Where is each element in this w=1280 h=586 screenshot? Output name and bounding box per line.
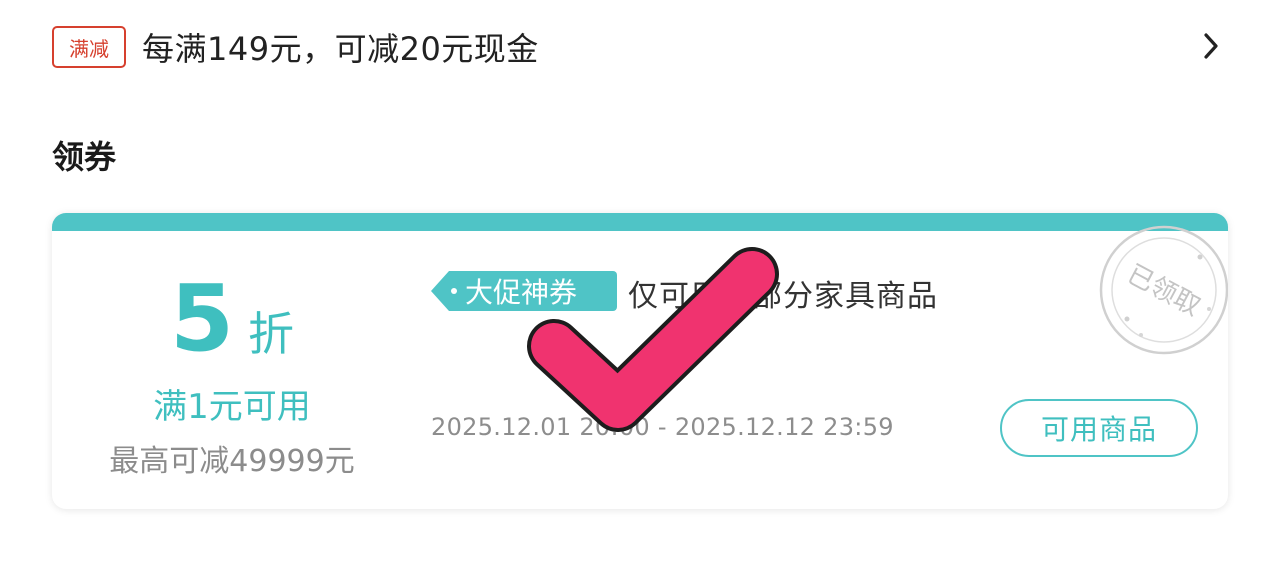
coupon-card: 5 折 满1元可用 最高可减49999元 大促神券 仅可用于部分家具商品 202… — [52, 213, 1228, 509]
section-title: 领券 — [52, 138, 117, 176]
discount-main: 5 折 — [82, 273, 382, 365]
promo-text: 每满149元，可减20元现金 — [142, 30, 539, 68]
chevron-right-icon[interactable] — [1198, 26, 1224, 66]
max-reduce-text: 最高可减49999元 — [109, 444, 355, 479]
discount-value: 5 — [169, 265, 234, 372]
discount-unit: 折 — [248, 307, 294, 361]
event-tag: 大促神券 — [431, 271, 617, 311]
claimed-stamp: 已领取 — [1099, 225, 1228, 355]
promo-tag: 满减 — [52, 26, 126, 68]
card-top-bar — [52, 213, 1228, 231]
scope-text: 仅可用于部分家具商品 — [628, 279, 938, 314]
threshold-text: 满1元可用 — [153, 387, 311, 427]
dot-icon — [451, 288, 457, 294]
promo-row[interactable]: 满减 每满149元，可减20元现金 — [52, 22, 1228, 72]
discount-block: 5 折 满1元可用 最高可减49999元 — [82, 273, 382, 480]
claimed-stamp-text: 已领取 — [1122, 259, 1205, 322]
available-products-button[interactable]: 可用商品 — [1000, 399, 1198, 457]
event-tag-label: 大促神券 — [465, 276, 578, 309]
validity-period: 2025.12.01 20:00 - 2025.12.12 23:59 — [431, 413, 894, 441]
